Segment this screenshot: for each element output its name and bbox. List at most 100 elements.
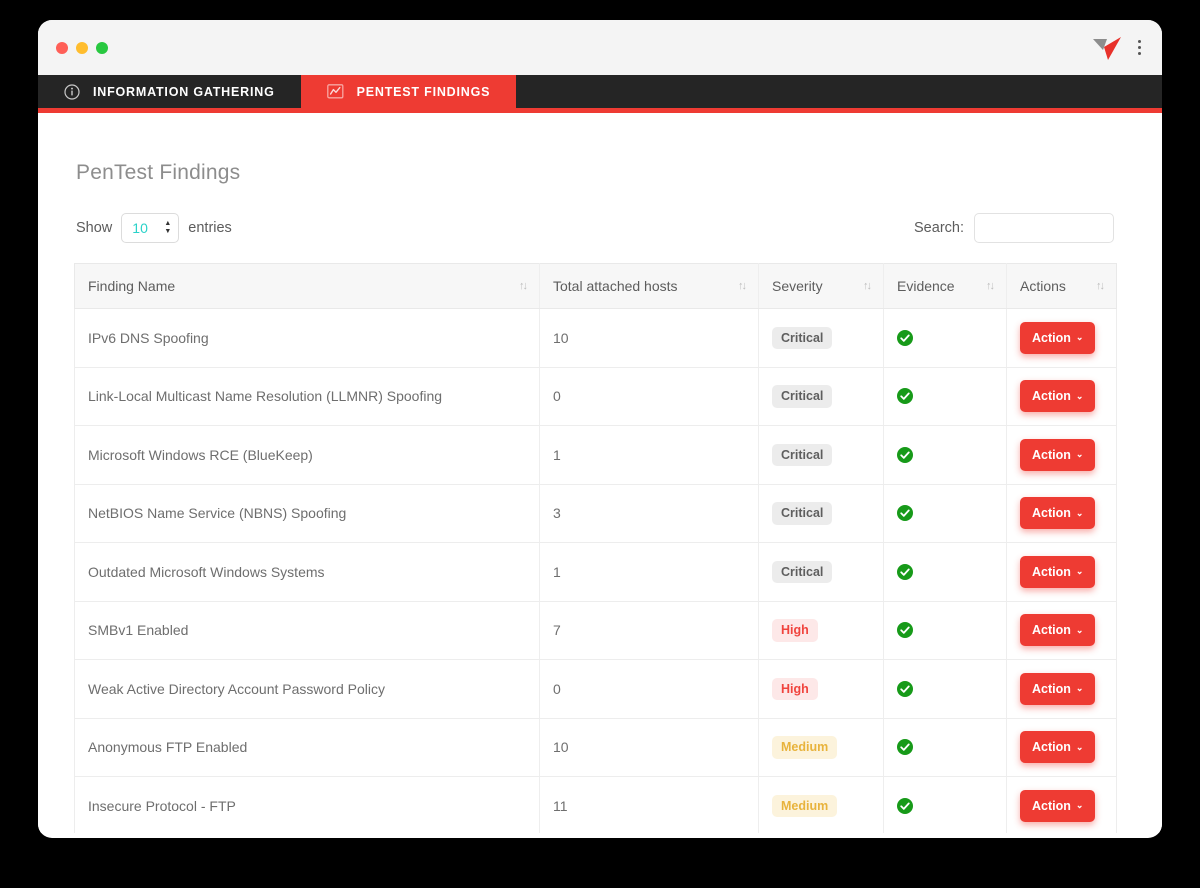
action-button-label: Action: [1032, 681, 1071, 696]
table-row: Insecure Protocol - FTP 11 Medium Action ⌄: [74, 776, 1117, 833]
minimize-window-button[interactable]: [76, 41, 88, 54]
table-row: Microsoft Windows RCE (BlueKeep) 1 Critica…: [74, 425, 1117, 485]
chart-line-icon: [326, 83, 344, 100]
cell-severity: Critical: [758, 308, 884, 368]
entries-label: entries: [188, 220, 232, 236]
cell-evidence: [883, 601, 1007, 660]
green-check-circle-icon: [897, 797, 993, 814]
cell-finding-name: Insecure Protocol - FTP: [74, 776, 540, 833]
severity-badge: Critical: [772, 502, 833, 525]
cell-finding-name: NetBIOS Name Service (NBNS) Spoofing: [74, 484, 540, 543]
action-button[interactable]: Action ⌄: [1020, 789, 1096, 822]
sort-icon: ↑↓: [863, 280, 872, 292]
cell-total-attached-hosts: 1: [539, 542, 759, 602]
traffic-lights: [38, 41, 108, 54]
tab-information-gathering[interactable]: INFORMATION GATHERING: [38, 75, 301, 108]
cell-actions: Action ⌄: [1006, 308, 1117, 368]
sort-icon: ↑↓: [1096, 280, 1105, 292]
severity-badge: Critical: [772, 326, 833, 349]
cell-actions: Action ⌄: [1006, 601, 1117, 660]
chevron-down-icon: ⌄: [1075, 449, 1084, 460]
search-label: Search:: [914, 220, 964, 236]
maximize-window-button[interactable]: [96, 41, 108, 54]
table-controls: Show 102550100 ▲▼ entries Search:: [74, 213, 1116, 243]
cell-total-attached-hosts: 10: [539, 308, 759, 368]
green-check-circle-icon: [897, 329, 993, 346]
table-row: Weak Active Directory Account Password P…: [74, 659, 1117, 719]
chevron-down-icon: ⌄: [1075, 566, 1084, 577]
green-check-circle-icon: [897, 388, 993, 405]
column-header-finding-name[interactable]: Finding Name ↑↓: [74, 263, 540, 309]
tab-pentest-findings[interactable]: PENTEST FINDINGS: [300, 75, 517, 108]
green-check-circle-icon: [897, 563, 993, 580]
green-check-circle-icon: [897, 446, 993, 463]
cell-total-attached-hosts: 0: [539, 659, 759, 719]
column-label: Total attached hosts: [553, 278, 678, 294]
sort-icon: ↑↓: [738, 280, 747, 292]
column-header-actions[interactable]: Actions ↑↓: [1006, 263, 1117, 309]
findings-table-head: Finding Name ↑↓ Total attached hosts ↑↓ …: [74, 263, 1117, 309]
page-length-select[interactable]: 102550100: [121, 213, 180, 243]
cell-evidence: [883, 659, 1007, 719]
table-row: NetBIOS Name Service (NBNS) Spoofing 3 Cri…: [74, 484, 1117, 543]
cell-finding-name: Microsoft Windows RCE (BlueKeep): [74, 425, 540, 485]
action-button[interactable]: Action ⌄: [1020, 672, 1096, 705]
column-label: Actions: [1020, 278, 1066, 294]
column-header-evidence[interactable]: Evidence ↑↓: [883, 263, 1007, 309]
cell-finding-name: Outdated Microsoft Windows Systems: [74, 542, 540, 602]
findings-table: Finding Name ↑↓ Total attached hosts ↑↓ …: [74, 263, 1117, 833]
chevron-down-icon: ⌄: [1075, 507, 1084, 518]
cell-total-attached-hosts: 0: [539, 367, 759, 426]
title-bar-right: [1091, 34, 1162, 62]
close-window-button[interactable]: [56, 41, 68, 54]
cell-evidence: [883, 425, 1007, 485]
action-button-label: Action: [1032, 389, 1071, 404]
cell-actions: Action ⌄: [1006, 718, 1117, 777]
severity-badge: Medium: [772, 736, 838, 759]
cell-severity: Critical: [758, 542, 884, 602]
chevron-down-icon: ⌄: [1075, 683, 1084, 694]
cell-evidence: [883, 308, 1007, 368]
action-button[interactable]: Action ⌄: [1020, 438, 1096, 471]
page-length-select-wrap: 102550100 ▲▼: [121, 213, 180, 243]
cell-severity: High: [758, 659, 884, 719]
page-length-control: Show 102550100 ▲▼ entries: [76, 213, 232, 243]
cell-actions: Action ⌄: [1006, 776, 1117, 833]
action-button[interactable]: Action ⌄: [1020, 614, 1096, 647]
info-circle-icon: [64, 83, 80, 100]
green-check-circle-icon: [897, 505, 993, 522]
search-control: Search:: [914, 213, 1114, 243]
action-button[interactable]: Action ⌄: [1020, 380, 1096, 413]
action-button-label: Action: [1032, 447, 1071, 462]
action-button[interactable]: Action ⌄: [1020, 731, 1096, 764]
column-label: Evidence: [897, 278, 955, 294]
column-header-total-attached-hosts[interactable]: Total attached hosts ↑↓: [539, 263, 759, 309]
action-button-label: Action: [1032, 798, 1071, 813]
table-row: Anonymous FTP Enabled 10 Medium Action ⌄: [74, 718, 1117, 777]
search-input[interactable]: [974, 213, 1114, 243]
cell-finding-name: Weak Active Directory Account Password P…: [74, 659, 540, 719]
cell-total-attached-hosts: 7: [539, 601, 759, 660]
cell-finding-name: Anonymous FTP Enabled: [74, 718, 540, 777]
action-button-label: Action: [1032, 740, 1071, 755]
cell-actions: Action ⌄: [1006, 425, 1117, 485]
cell-severity: Critical: [758, 367, 884, 426]
chevron-down-icon: ⌄: [1075, 741, 1084, 752]
green-check-circle-icon: [897, 622, 993, 639]
cell-severity: Medium: [758, 718, 884, 777]
action-button[interactable]: Action ⌄: [1020, 555, 1096, 588]
kebab-menu-icon[interactable]: [1135, 36, 1144, 59]
cell-finding-name: SMBv1 Enabled: [74, 601, 540, 660]
column-header-severity[interactable]: Severity ↑↓: [758, 263, 884, 309]
severity-badge: Critical: [772, 443, 833, 466]
action-button-label: Action: [1032, 330, 1071, 345]
cell-severity: Medium: [758, 776, 884, 833]
cell-evidence: [883, 367, 1007, 426]
column-label: Severity: [772, 278, 823, 294]
title-bar: [38, 20, 1162, 75]
action-button[interactable]: Action ⌄: [1020, 497, 1096, 530]
action-button[interactable]: Action ⌄: [1020, 321, 1096, 354]
tab-bar: INFORMATION GATHERING PENTEST FINDINGS: [38, 75, 1162, 113]
severity-badge: Critical: [772, 385, 833, 408]
cell-actions: Action ⌄: [1006, 367, 1117, 426]
